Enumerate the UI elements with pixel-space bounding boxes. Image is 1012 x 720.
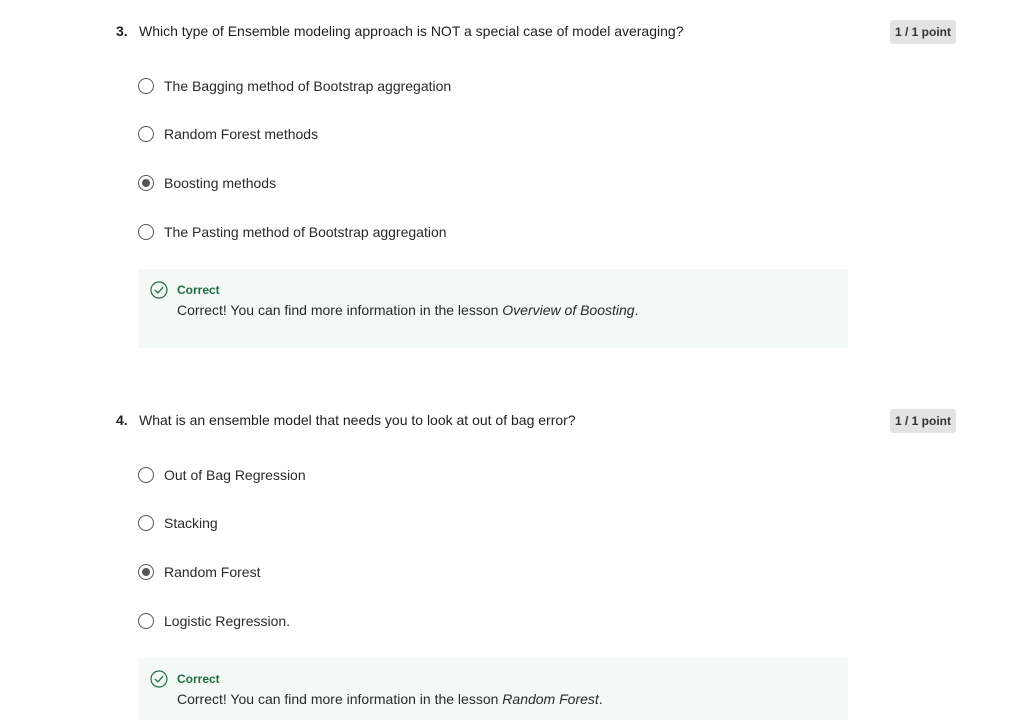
- option-label: The Bagging method of Bootstrap aggregat…: [164, 78, 452, 94]
- radio-button[interactable]: [138, 515, 154, 531]
- question-text: What is an ensemble model that needs you…: [139, 412, 576, 428]
- feedback-box: Correct Correct! You can find more infor…: [138, 658, 848, 720]
- option-label: Random Forest: [164, 564, 261, 580]
- question-number: 4.: [116, 412, 128, 428]
- feedback-title: Correct: [177, 672, 220, 686]
- option-label: Boosting methods: [164, 175, 277, 191]
- feedback-message: Correct! You can find more information i…: [177, 302, 503, 318]
- points-badge: 1 / 1 point: [889, 409, 956, 433]
- feedback-text: Correct! You can find more information i…: [177, 302, 638, 318]
- question-text: Which type of Ensemble modeling approach…: [139, 23, 684, 39]
- option-radio[interactable]: Random Forest methods: [138, 124, 318, 144]
- points-badge: 1 / 1 point: [889, 20, 956, 44]
- radio-button[interactable]: [138, 467, 154, 483]
- option-radio[interactable]: The Bagging method of Bootstrap aggregat…: [138, 76, 451, 96]
- radio-button[interactable]: [138, 224, 154, 240]
- feedback-title: Correct: [177, 283, 220, 297]
- option-radio[interactable]: Random Forest: [138, 562, 260, 582]
- feedback-text: Correct! You can find more information i…: [177, 691, 603, 707]
- option-label: Stacking: [164, 515, 218, 531]
- feedback-box: Correct Correct! You can find more infor…: [138, 269, 848, 348]
- option-label: Out of Bag Regression: [164, 467, 306, 483]
- option-radio[interactable]: Out of Bag Regression: [138, 465, 306, 485]
- question-header: 3. Which type of Ensemble modeling appro…: [116, 20, 956, 44]
- question-header: 4. What is an ensemble model that needs …: [116, 409, 956, 433]
- option-label: The Pasting method of Bootstrap aggregat…: [164, 224, 447, 240]
- option-label: Logistic Regression.: [164, 613, 291, 629]
- check-circle-icon: [150, 281, 168, 299]
- feedback-suffix: .: [598, 691, 603, 707]
- quiz-page: 3. Which type of Ensemble modeling appro…: [0, 0, 1012, 720]
- feedback-suffix: .: [634, 302, 639, 318]
- radio-button[interactable]: [138, 613, 154, 629]
- radio-button-selected[interactable]: [138, 564, 154, 580]
- option-radio[interactable]: The Pasting method of Bootstrap aggregat…: [138, 222, 447, 242]
- radio-button[interactable]: [138, 126, 154, 142]
- lesson-name: Overview of Boosting: [502, 302, 635, 318]
- question-number: 3.: [116, 23, 128, 39]
- check-circle-icon: [150, 670, 168, 688]
- radio-button[interactable]: [138, 78, 154, 94]
- radio-button-selected[interactable]: [138, 175, 154, 191]
- option-radio[interactable]: Boosting methods: [138, 173, 276, 193]
- option-radio[interactable]: Logistic Regression.: [138, 611, 290, 631]
- feedback-message: Correct! You can find more information i…: [177, 691, 503, 707]
- option-label: Random Forest methods: [164, 126, 319, 142]
- lesson-name: Random Forest: [502, 691, 599, 707]
- option-radio[interactable]: Stacking: [138, 513, 218, 533]
